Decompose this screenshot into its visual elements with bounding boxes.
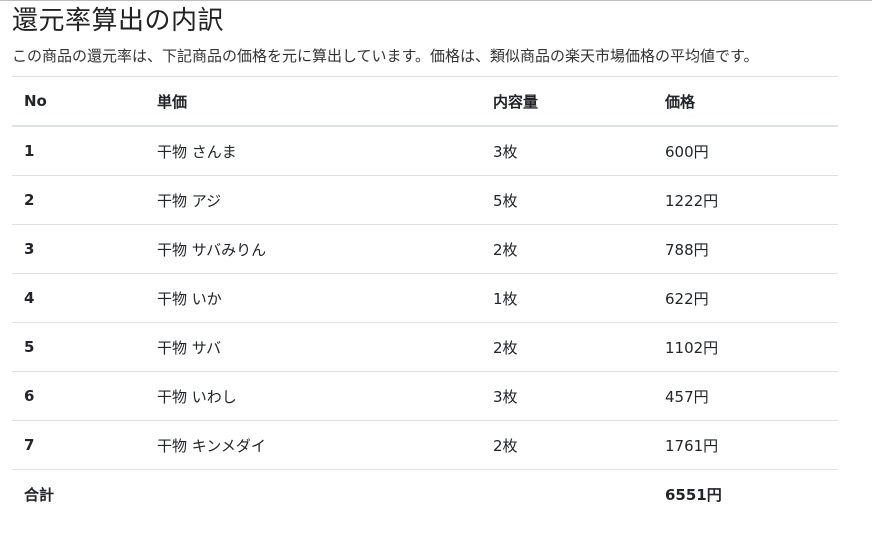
row-price: 600円 <box>653 126 838 176</box>
table-footer: 合計 6551円 <box>12 470 838 519</box>
table-row: 7 干物 キンメダイ 2枚 1761円 <box>12 420 838 470</box>
row-unit: 干物 さんま <box>145 126 481 176</box>
table-row: 4 干物 いか 1枚 622円 <box>12 273 838 323</box>
row-price: 457円 <box>653 371 838 421</box>
table-row: 1 干物 さんま 3枚 600円 <box>12 126 838 176</box>
table-body: 1 干物 さんま 3枚 600円 2 干物 アジ 5枚 1222円 3 干物 サ… <box>12 126 838 470</box>
breakdown-section: 還元率算出の内訳 この商品の還元率は、下記商品の価格を元に算出しています。価格は… <box>12 3 838 518</box>
header-no: No <box>12 76 145 127</box>
row-content: 2枚 <box>481 420 653 470</box>
table-row: 2 干物 アジ 5枚 1222円 <box>12 175 838 225</box>
total-label: 合計 <box>24 485 55 504</box>
row-unit: 干物 サバ <box>145 322 481 372</box>
row-price: 1222円 <box>653 175 838 225</box>
row-content: 2枚 <box>481 322 653 372</box>
row-price: 1102円 <box>653 322 838 372</box>
total-row: 合計 6551円 <box>12 470 838 519</box>
table-row: 6 干物 いわし 3枚 457円 <box>12 371 838 421</box>
page-description: この商品の還元率は、下記商品の価格を元に算出しています。価格は、類似商品の楽天市… <box>12 47 759 65</box>
row-no: 2 <box>12 175 145 225</box>
row-unit: 干物 キンメダイ <box>145 420 481 470</box>
header-price: 価格 <box>653 76 838 127</box>
row-unit: 干物 いわし <box>145 371 481 421</box>
header-unit: 単価 <box>145 76 481 127</box>
row-unit: 干物 アジ <box>145 175 481 225</box>
row-content: 3枚 <box>481 371 653 421</box>
row-content: 5枚 <box>481 175 653 225</box>
row-no: 3 <box>12 224 145 274</box>
table-header-row: No 単価 内容量 価格 <box>12 76 838 127</box>
row-no: 5 <box>12 322 145 372</box>
top-border-line <box>0 0 872 1</box>
row-no: 7 <box>12 420 145 470</box>
total-empty-content <box>481 470 653 519</box>
row-content: 3枚 <box>481 126 653 176</box>
table-row: 3 干物 サバみりん 2枚 788円 <box>12 224 838 274</box>
total-price: 6551円 <box>665 485 722 504</box>
row-unit: 干物 いか <box>145 273 481 323</box>
row-no: 6 <box>12 371 145 421</box>
header-content: 内容量 <box>481 76 653 127</box>
breakdown-table: No 単価 内容量 価格 1 干物 さんま 3枚 600円 2 干物 アジ 5枚… <box>12 76 838 518</box>
row-price: 622円 <box>653 273 838 323</box>
row-unit: 干物 サバみりん <box>145 224 481 274</box>
table-row: 5 干物 サバ 2枚 1102円 <box>12 322 838 372</box>
row-content: 1枚 <box>481 273 653 323</box>
row-no: 1 <box>12 126 145 176</box>
row-price: 1761円 <box>653 420 838 470</box>
page-title: 還元率算出の内訳 <box>12 6 225 36</box>
row-no: 4 <box>12 273 145 323</box>
row-content: 2枚 <box>481 224 653 274</box>
total-empty-unit <box>145 470 481 519</box>
table-header: No 単価 内容量 価格 <box>12 76 838 127</box>
row-price: 788円 <box>653 224 838 274</box>
